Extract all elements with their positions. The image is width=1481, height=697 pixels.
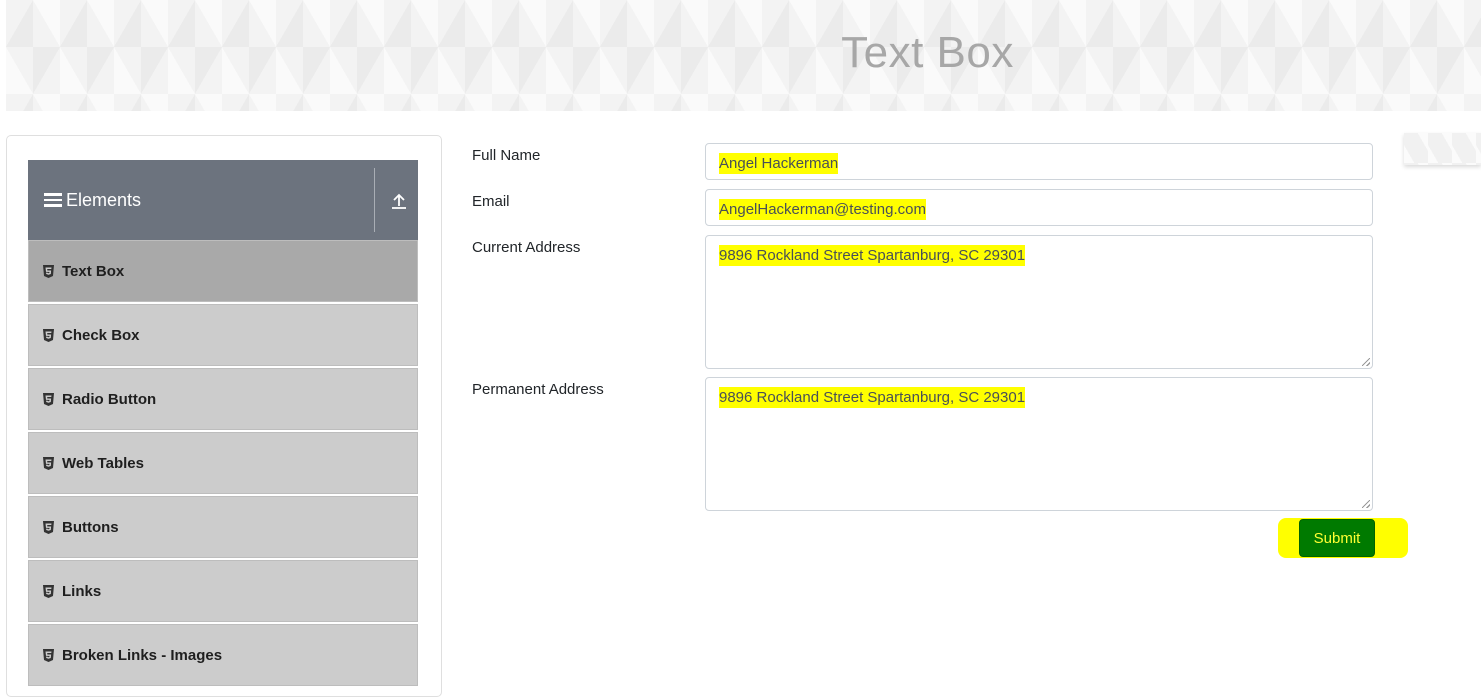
full-name-value: Angel Hackerman	[719, 153, 839, 174]
current-address-label: Current Address	[472, 239, 581, 256]
ad-frame	[1404, 133, 1481, 165]
sidebar-item-broken-links-images[interactable]: Broken Links - Images	[28, 624, 418, 686]
current-address-value: 9896 Rockland Street Spartanburg, SC 293…	[719, 245, 1026, 266]
full-name-label: Full Name	[472, 147, 541, 164]
sidebar-item-links[interactable]: Links	[28, 560, 418, 622]
sidebar: Elements Text Box Check Box Radio Button…	[6, 135, 442, 697]
resize-grip-icon[interactable]	[1362, 358, 1370, 366]
html5-icon	[43, 392, 54, 406]
email-input[interactable]: AngelHackerman@testing.com	[705, 189, 1373, 226]
sidebar-group-header-elements[interactable]: Elements	[28, 160, 418, 240]
sidebar-menu: Text Box Check Box Radio Button Web Tabl…	[28, 240, 418, 688]
sidebar-item-label: Radio Button	[62, 390, 157, 408]
sidebar-group-title: Elements	[66, 189, 142, 210]
html5-icon	[43, 328, 54, 342]
sidebar-item-label: Text Box	[62, 262, 125, 280]
header-divider	[374, 168, 375, 232]
sidebar-item-check-box[interactable]: Check Box	[28, 304, 418, 366]
sidebar-item-label: Web Tables	[62, 454, 144, 472]
full-name-input[interactable]: Angel Hackerman	[705, 143, 1373, 180]
permanent-address-value: 9896 Rockland Street Spartanburg, SC 293…	[719, 387, 1026, 408]
upload-icon[interactable]	[390, 192, 408, 210]
sidebar-item-label: Check Box	[62, 326, 140, 344]
page-title: Text Box	[841, 28, 1014, 77]
sidebar-item-buttons[interactable]: Buttons	[28, 496, 418, 558]
html5-icon	[43, 456, 54, 470]
sidebar-item-label: Broken Links - Images	[62, 646, 223, 664]
hamburger-icon	[44, 193, 62, 207]
sidebar-item-label: Buttons	[62, 518, 119, 536]
html5-icon	[43, 648, 54, 662]
submit-button[interactable]: Submit	[1299, 519, 1375, 557]
sidebar-item-text-box[interactable]: Text Box	[28, 240, 418, 302]
sidebar-item-radio-button[interactable]: Radio Button	[28, 368, 418, 430]
permanent-address-label: Permanent Address	[472, 381, 604, 398]
resize-grip-icon[interactable]	[1362, 500, 1370, 508]
html5-icon	[43, 264, 54, 278]
email-value: AngelHackerman@testing.com	[719, 199, 926, 220]
email-label: Email	[472, 193, 510, 210]
sidebar-item-label: Links	[62, 582, 102, 600]
page-banner: Text Box	[6, 0, 1481, 111]
html5-icon	[43, 584, 54, 598]
sidebar-item-web-tables[interactable]: Web Tables	[28, 432, 418, 494]
html5-icon	[43, 520, 54, 534]
current-address-textarea[interactable]: 9896 Rockland Street Spartanburg, SC 293…	[705, 235, 1373, 369]
permanent-address-textarea[interactable]: 9896 Rockland Street Spartanburg, SC 293…	[705, 377, 1373, 511]
